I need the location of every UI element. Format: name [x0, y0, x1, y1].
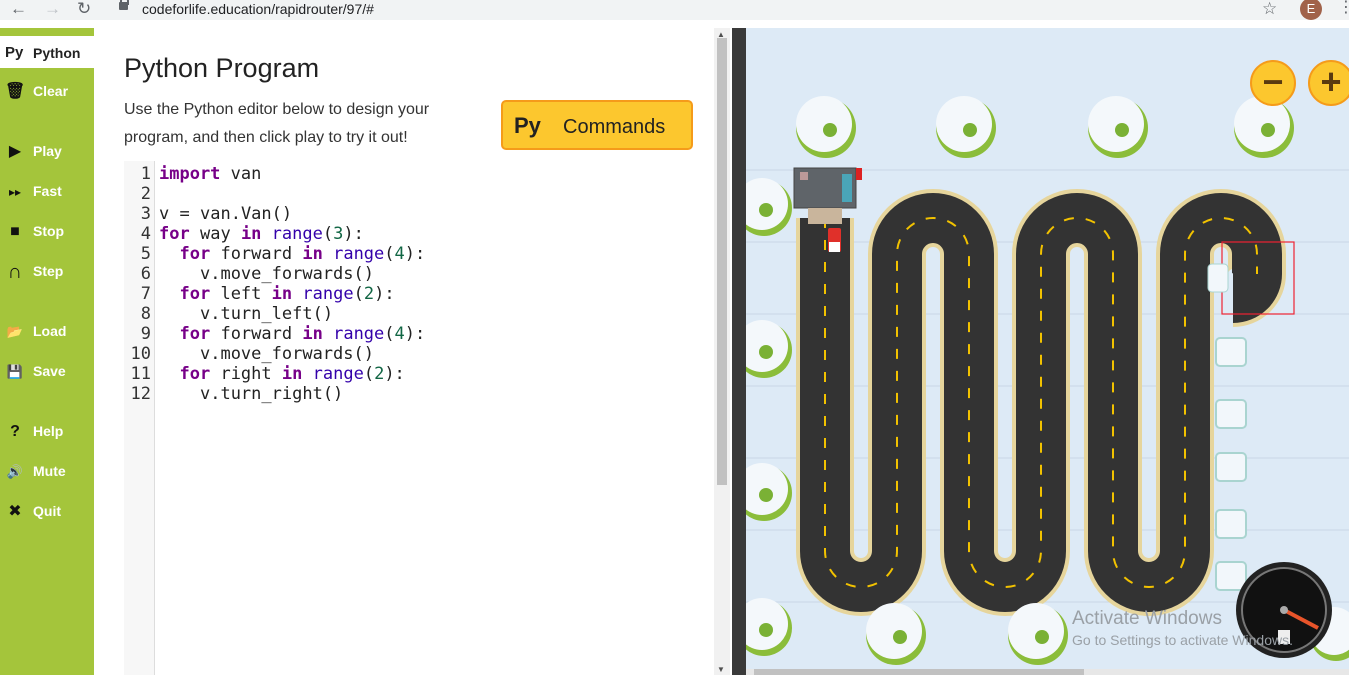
code-line[interactable]: for forward in range(4): — [159, 244, 425, 264]
house — [793, 167, 862, 224]
game-scrollbar-thumb[interactable] — [754, 669, 1084, 675]
panel-divider[interactable] — [732, 28, 746, 675]
load-label: Load — [33, 323, 67, 339]
line-number: 1 — [140, 164, 151, 184]
line-number: 8 — [140, 304, 151, 324]
zoom-in-button[interactable]: + — [1308, 60, 1349, 106]
code-line[interactable]: v = van.Van() — [159, 204, 292, 224]
stop-button[interactable]: ■ Stop — [0, 219, 94, 245]
lock-icon — [119, 0, 129, 10]
panel-scrollbar[interactable]: ▲ ▼ — [714, 28, 730, 675]
mute-button[interactable]: 🔊 Mute — [0, 459, 94, 485]
code-line[interactable]: for way in range(3): — [159, 224, 364, 244]
line-number: 9 — [140, 324, 151, 344]
code-editor[interactable]: 1 2 3 4 5 6 7 8 9 10 11 12 import van v = van.Van() f… — [124, 161, 714, 675]
code-line[interactable]: v.move_forwards() — [159, 264, 374, 284]
code-line[interactable]: for right in range(2): — [159, 364, 404, 384]
page-title: Python Program — [124, 53, 320, 83]
scroll-down-icon[interactable]: ▼ — [717, 665, 725, 674]
python-icon: Py — [514, 113, 541, 138]
step-icon: ∩ — [7, 261, 23, 283]
fast-label: Fast — [33, 183, 62, 199]
reload-icon[interactable]: ↻ — [77, 0, 91, 18]
line-number: 10 — [130, 344, 151, 364]
python-panel: Python Program Use the Python editor bel… — [94, 28, 732, 675]
bookmark-star-icon[interactable]: ☆ — [1262, 0, 1277, 19]
line-number: 4 — [140, 224, 151, 244]
tab-python[interactable]: Py Python — [0, 36, 94, 68]
line-number: 5 — [140, 244, 151, 264]
instructions-text: Use the Python editor below to design yo… — [124, 101, 430, 146]
road-map — [746, 96, 1349, 665]
stop-icon: ■ — [10, 223, 20, 240]
zoom-out-button[interactable]: − — [1250, 60, 1296, 106]
folder-icon: 📂 — [6, 324, 24, 339]
line-number: 6 — [140, 264, 151, 284]
forward-icon[interactable]: → — [44, 0, 61, 18]
commands-label: Commands — [563, 116, 666, 138]
game-canvas[interactable]: − + Activate Windows Go to Settings to a… — [746, 28, 1349, 675]
line-number: 3 — [140, 204, 151, 224]
browser-menu-icon[interactable]: ⋮ — [1338, 0, 1349, 16]
question-icon: ? — [10, 423, 20, 440]
activate-windows-subtitle: Go to Settings to activate Windows. — [1072, 632, 1293, 648]
fast-forward-icon: ▸▸ — [8, 185, 22, 199]
play-button[interactable]: ▶ Play — [0, 139, 94, 165]
play-icon: ▶ — [8, 143, 22, 160]
speaker-icon: 🔊 — [6, 464, 24, 479]
quit-button[interactable]: ✖ Quit — [0, 499, 94, 525]
clear-button[interactable]: 🗑 Clear — [0, 79, 94, 105]
avatar[interactable]: E — [1300, 0, 1322, 20]
mute-label: Mute — [33, 463, 66, 479]
tab-python-label: Python — [33, 45, 81, 61]
python-icon: Py — [5, 44, 24, 61]
back-icon[interactable]: ← — [10, 0, 27, 18]
line-gutter: 1 2 3 4 5 6 7 8 9 10 11 12 — [124, 161, 155, 675]
sidebar: Py Python 🗑 Clear ▶ Play ▸▸ Fast ■ Stop ∩ Ste… — [0, 28, 94, 675]
load-button[interactable]: 📂 Load — [0, 319, 94, 345]
browser-toolbar: ← → ↻ codeforlife.education/rapidrouter/… — [0, 0, 1349, 20]
delivery-van — [828, 228, 841, 252]
line-number: 2 — [140, 184, 151, 204]
trash-icon: 🗑 — [5, 83, 26, 100]
play-label: Play — [33, 143, 62, 159]
code-line[interactable]: for forward in range(4): — [159, 324, 425, 344]
game-scrollbar[interactable] — [746, 669, 1349, 675]
floppy-disk-icon: 💾 — [6, 364, 24, 379]
help-label: Help — [33, 423, 64, 439]
close-icon: ✖ — [8, 503, 22, 520]
quit-label: Quit — [33, 503, 61, 519]
fast-button[interactable]: ▸▸ Fast — [0, 179, 94, 205]
code-line[interactable]: v.turn_left() — [159, 304, 333, 324]
activate-windows-title: Activate Windows — [1072, 608, 1222, 629]
line-number: 11 — [130, 364, 151, 384]
url-text[interactable]: codeforlife.education/rapidrouter/97/# — [142, 1, 374, 17]
code-line[interactable]: v.turn_right() — [159, 384, 343, 404]
code-line[interactable]: v.move_forwards() — [159, 344, 374, 364]
line-number: 12 — [130, 384, 151, 404]
step-button[interactable]: ∩ Step — [0, 259, 94, 285]
save-label: Save — [33, 363, 66, 379]
code-line[interactable]: for left in range(2): — [159, 284, 394, 304]
clear-label: Clear — [33, 83, 69, 99]
line-number: 7 — [140, 284, 151, 304]
help-button[interactable]: ? Help — [0, 419, 94, 445]
scrollbar-thumb[interactable] — [717, 38, 727, 485]
save-button[interactable]: 💾 Save — [0, 359, 94, 385]
step-label: Step — [33, 263, 64, 279]
stop-label: Stop — [33, 223, 65, 239]
code-line[interactable]: import van — [159, 164, 261, 184]
commands-button[interactable]: Py Commands — [501, 100, 693, 150]
